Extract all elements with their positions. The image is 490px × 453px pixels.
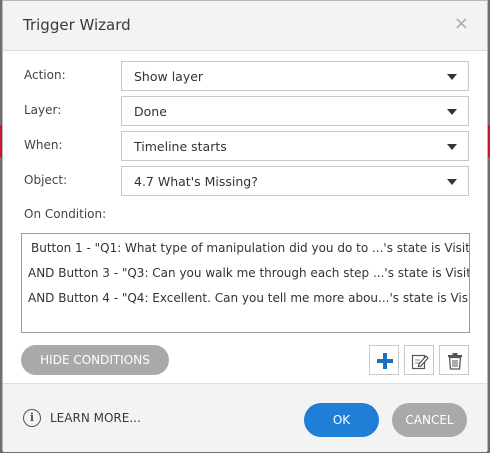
- action-row: Action: Show layer: [3, 61, 487, 91]
- delete-icon: [448, 353, 462, 370]
- action-label: Action:: [24, 68, 66, 82]
- ok-button[interactable]: OK: [304, 403, 379, 437]
- dialog-titlebar: Trigger Wizard ×: [3, 1, 487, 51]
- conditions-list: Button 1 - "Q1: What type of manipulatio…: [21, 233, 470, 333]
- when-select[interactable]: Timeline starts: [121, 131, 469, 161]
- when-value: Timeline starts: [134, 139, 227, 154]
- layer-select[interactable]: Done: [121, 96, 469, 126]
- object-select[interactable]: 4.7 What's Missing?: [121, 166, 469, 196]
- hide-conditions-button[interactable]: HIDE CONDITIONS: [21, 345, 169, 375]
- condition-text: AND Button 3 - "Q3: Can you walk me thro…: [28, 266, 469, 280]
- condition-text: AND Button 4 - "Q4: Excellent. Can you t…: [28, 291, 469, 305]
- trigger-wizard-dialog: Trigger Wizard × Action: Show layer Laye…: [2, 0, 488, 452]
- action-value: Show layer: [134, 69, 204, 84]
- dialog-footer: i LEARN MORE... OK CANCEL: [3, 383, 487, 452]
- condition-item[interactable]: AND Button 4 - "Q4: Excellent. Can you t…: [22, 286, 469, 310]
- dialog-title: Trigger Wizard: [23, 16, 131, 34]
- chevron-down-icon: [447, 74, 457, 80]
- chevron-down-icon: [447, 144, 457, 150]
- chevron-down-icon: [447, 179, 457, 185]
- object-value: 4.7 What's Missing?: [134, 174, 258, 189]
- close-icon[interactable]: ×: [454, 14, 469, 34]
- edit-condition-button[interactable]: [404, 345, 434, 375]
- layer-label: Layer:: [24, 103, 62, 117]
- when-row: When: Timeline starts: [3, 131, 487, 161]
- when-label: When:: [24, 138, 63, 152]
- layer-value: Done: [134, 104, 167, 119]
- add-condition-button[interactable]: [369, 345, 399, 375]
- object-row: Object: 4.7 What's Missing?: [3, 166, 487, 196]
- action-select[interactable]: Show layer: [121, 61, 469, 91]
- object-label: Object:: [24, 173, 68, 187]
- learn-more-link[interactable]: LEARN MORE...: [50, 411, 141, 425]
- condition-item[interactable]: AND Button 3 - "Q3: Can you walk me thro…: [22, 261, 469, 285]
- add-icon: [377, 353, 393, 369]
- layer-row: Layer: Done: [3, 96, 487, 126]
- edit-icon: [411, 354, 429, 370]
- delete-condition-button[interactable]: [439, 345, 469, 375]
- info-icon: i: [23, 409, 41, 427]
- cancel-button[interactable]: CANCEL: [392, 403, 467, 437]
- condition-item[interactable]: Button 1 - "Q1: What type of manipulatio…: [22, 236, 469, 260]
- condition-text: Button 1 - "Q1: What type of manipulatio…: [31, 241, 469, 255]
- on-condition-label: On Condition:: [24, 207, 107, 221]
- chevron-down-icon: [447, 109, 457, 115]
